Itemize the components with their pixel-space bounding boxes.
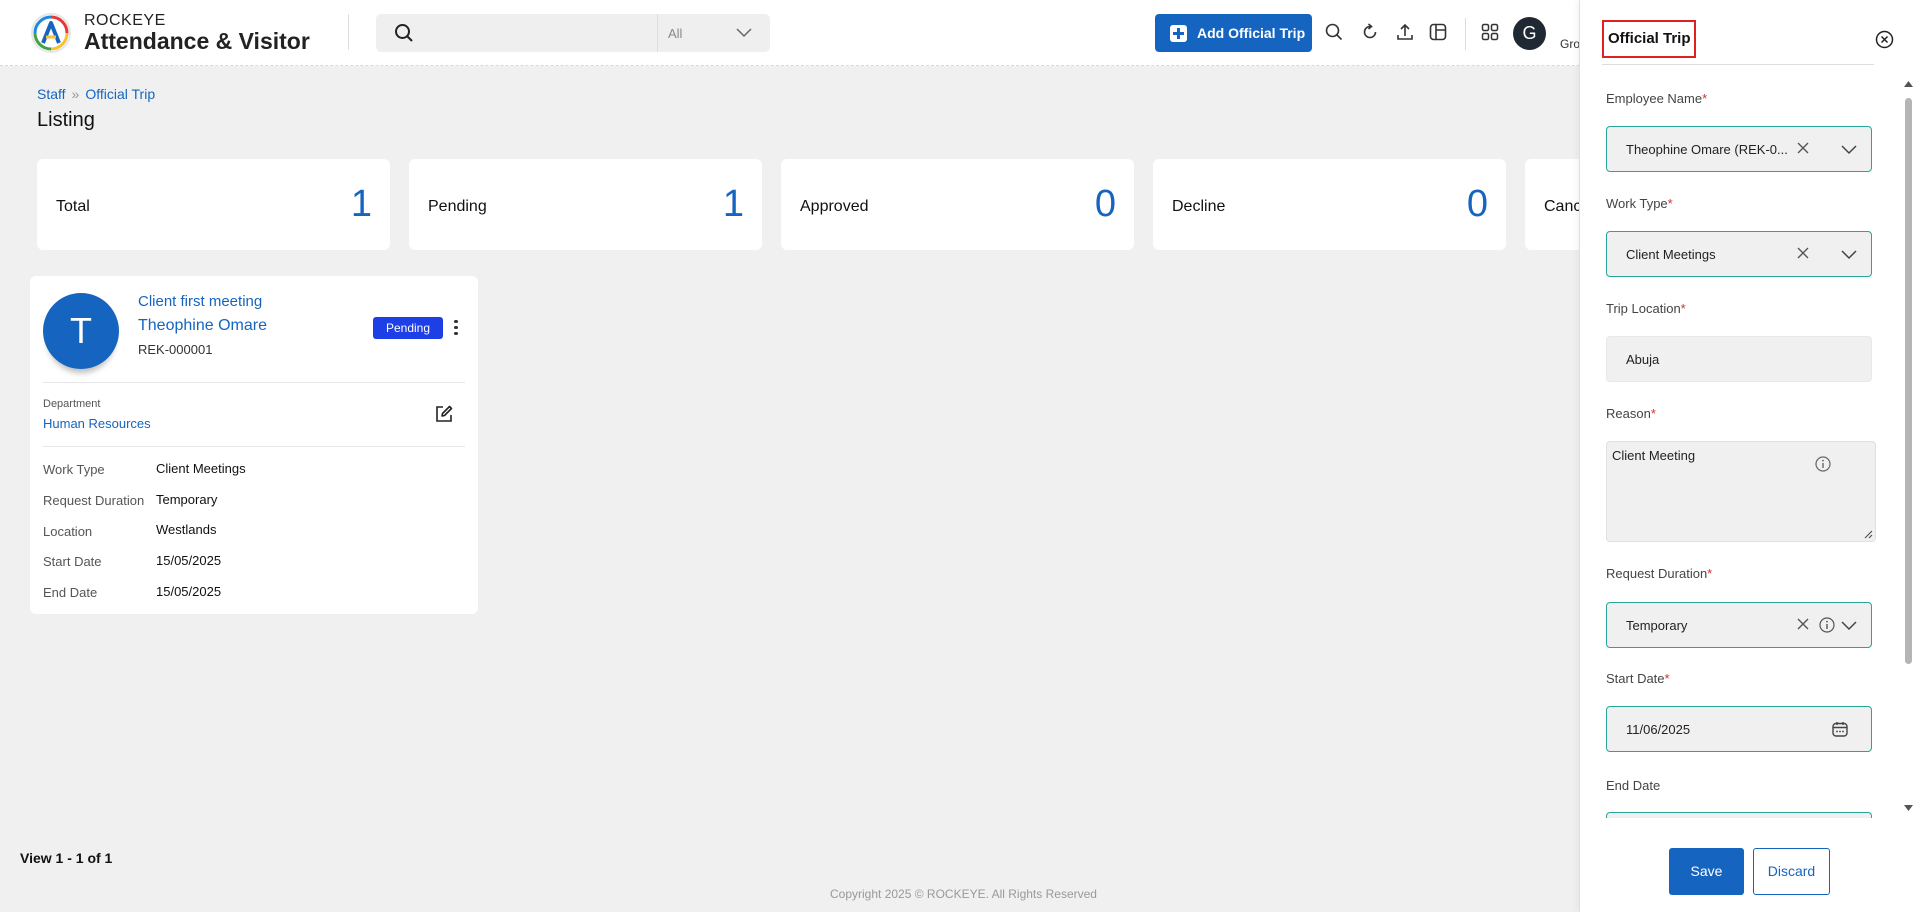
detail-value: Westlands [156,522,217,537]
info-icon[interactable] [1819,617,1835,633]
chevron-down-icon[interactable] [1841,145,1857,155]
close-icon[interactable] [1875,30,1894,49]
user-avatar[interactable]: G [1513,17,1546,50]
breadcrumb-staff-link[interactable]: Staff [37,86,66,102]
plus-icon [1170,25,1187,42]
page-title: Listing [37,109,95,131]
chevron-right-icon: » [71,86,80,102]
detail-value: 15/05/2025 [156,584,222,599]
stat-value: 0 [1094,183,1116,225]
employee-name-select[interactable]: Theophine Omare (REK-0... [1606,126,1872,172]
employee-name-label: Employee Name* [1606,91,1708,106]
trip-title[interactable]: Client first meeting [138,293,262,310]
end-date-label: End Date [1606,778,1661,793]
work-type-label: Work Type* [1606,196,1673,211]
search-icon[interactable] [1323,21,1345,43]
stat-value: 1 [350,183,372,225]
stat-card-approved[interactable]: Approved 0 [781,159,1134,250]
start-date-label: Start Date* [1606,671,1670,686]
start-date-input[interactable]: 11/06/2025 [1606,706,1872,752]
detail-label: Location [43,524,93,539]
detail-label: End Date [43,585,98,600]
copyright-text: Copyright 2025 © ROCKEYE. All Rights Res… [830,887,1097,901]
stat-value: 0 [1466,183,1488,225]
stat-card-pending[interactable]: Pending 1 [409,159,762,250]
start-date-value: 11/06/2025 [1626,722,1691,737]
request-duration-label: Request Duration* [1606,566,1713,581]
stat-label: Total [56,198,90,215]
trip-location-label: Trip Location* [1606,301,1686,316]
stat-label: Pending [428,198,487,215]
pagination-summary: View 1 - 1 of 1 [20,850,113,866]
clear-icon[interactable] [1796,141,1810,155]
user-name[interactable]: Gro [1560,37,1580,51]
detail-value: 15/05/2025 [156,553,222,568]
detail-label: Start Date [43,554,102,569]
header-divider [1465,18,1466,50]
work-type-value: Client Meetings [1626,247,1716,262]
discard-button[interactable]: Discard [1753,848,1830,895]
detail-value: Client Meetings [156,461,246,476]
search-scope-select[interactable]: All [657,14,770,52]
card-divider [43,446,465,447]
detail-label: Request Duration [43,493,145,508]
upload-icon[interactable] [1394,21,1416,43]
work-type-select[interactable]: Client Meetings [1606,231,1872,277]
save-button[interactable]: Save [1669,848,1744,895]
breadcrumb: Staff » Official Trip [37,86,155,102]
trip-location-input[interactable]: Abuja [1606,336,1872,382]
employee-name-value: Theophine Omare (REK-0... [1626,142,1788,157]
request-duration-select[interactable]: Temporary [1606,602,1872,648]
scroll-down-icon[interactable] [1903,804,1914,812]
more-options-icon[interactable] [450,317,462,339]
reason-textarea[interactable]: Client Meeting [1606,441,1876,542]
search-scope-value: All [668,26,683,41]
reason-value: Client Meeting [1612,448,1696,463]
department-value[interactable]: Human Resources [43,416,151,431]
column-layout-icon[interactable] [1427,21,1449,43]
stat-value: 1 [722,183,744,225]
breadcrumb-current[interactable]: Official Trip [85,86,155,102]
panel-scroll-mask [1580,818,1902,830]
app-title: Attendance & Visitor [84,28,310,54]
header-divider [348,14,349,50]
add-official-trip-label: Add Official Trip [1197,25,1306,41]
stat-label: Canc [1544,198,1582,215]
card-divider [43,382,465,383]
stat-card-total[interactable]: Total 1 [37,159,390,250]
chevron-down-icon[interactable] [1841,621,1857,631]
stat-label: Decline [1172,198,1226,215]
panel-divider [1602,64,1874,65]
official-trip-card: T Client first meeting Theophine Omare R… [30,276,478,614]
stat-label: Approved [800,198,869,215]
stat-card-decline[interactable]: Decline 0 [1153,159,1506,250]
chevron-down-icon[interactable] [1841,250,1857,260]
edit-icon[interactable] [434,404,454,424]
panel-title: Official Trip [1602,20,1696,58]
calendar-icon[interactable] [1831,720,1849,738]
reason-label: Reason* [1606,406,1656,421]
clear-icon[interactable] [1796,617,1810,631]
detail-label: Work Type [43,462,105,477]
request-duration-value: Temporary [1626,618,1688,633]
refresh-icon[interactable] [1359,21,1381,43]
employee-name-link[interactable]: Theophine Omare [138,317,267,335]
employee-code: REK-000001 [138,342,213,357]
info-icon[interactable] [1815,456,1831,472]
apps-grid-icon[interactable] [1479,21,1501,43]
chevron-down-icon [736,28,752,38]
clear-icon[interactable] [1796,246,1810,260]
rockeye-logo[interactable] [30,12,72,54]
scroll-thumb[interactable] [1905,98,1912,664]
scroll-up-icon[interactable] [1903,80,1914,88]
employee-avatar: T [43,293,119,369]
detail-value: Temporary [156,492,218,507]
trip-location-value: Abuja [1626,352,1660,367]
status-badge: Pending [373,317,443,339]
search-icon [395,24,413,42]
resize-handle-icon[interactable] [1864,530,1873,539]
search-input[interactable] [376,14,658,52]
department-label: Department [43,398,101,410]
add-official-trip-button[interactable]: Add Official Trip [1155,14,1312,52]
